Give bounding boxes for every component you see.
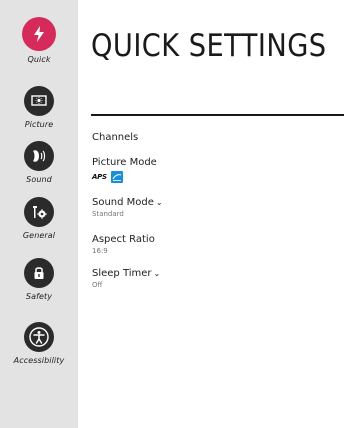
sidebar-item-label: Sound bbox=[26, 175, 52, 184]
sidebar-item-label: Picture bbox=[24, 120, 54, 129]
accessibility-icon bbox=[24, 322, 54, 352]
sidebar-item-label: Safety bbox=[25, 292, 53, 301]
aps-badge: APS bbox=[92, 173, 107, 181]
chevron-down-icon: ⌄ bbox=[155, 198, 163, 207]
sidebar-item-label: General bbox=[22, 231, 56, 240]
menu-item-sleep-timer[interactable]: Sleep Timer ⌄ Off bbox=[92, 268, 160, 289]
title-divider bbox=[91, 114, 344, 116]
chevron-down-icon: ⌄ bbox=[153, 269, 161, 278]
quick-settings-panel: QUICK SETTINGS Channels Picture Mode APS… bbox=[78, 0, 344, 428]
menu-item-label: Channels bbox=[92, 132, 139, 143]
sidebar-item-accessibility[interactable]: Accessibility bbox=[0, 322, 78, 378]
menu-item-label: Aspect Ratio bbox=[92, 234, 155, 245]
general-settings-icon bbox=[24, 197, 54, 227]
lightning-icon bbox=[22, 17, 56, 51]
lock-icon bbox=[24, 258, 54, 288]
picture-icon bbox=[24, 86, 54, 116]
menu-item-label: Picture Mode bbox=[92, 157, 157, 168]
energy-star-icon bbox=[110, 171, 123, 183]
menu-item-sound-mode[interactable]: Sound Mode ⌄ Standard bbox=[92, 197, 163, 218]
page-title: QUICK SETTINGS bbox=[91, 28, 327, 64]
menu-item-channels[interactable]: Channels bbox=[92, 132, 138, 143]
menu-item-label: Sleep Timer ⌄ bbox=[92, 268, 161, 279]
sound-icon bbox=[24, 141, 54, 171]
aspect-ratio-value: 16:9 bbox=[92, 247, 108, 255]
sidebar-item-safety[interactable]: Safety bbox=[0, 258, 78, 314]
menu-item-aspect-ratio[interactable]: Aspect Ratio 16:9 bbox=[92, 234, 155, 255]
sidebar-item-label: Quick bbox=[27, 55, 51, 64]
sidebar: Quick Picture Sound General Safety Acces… bbox=[0, 0, 78, 428]
menu-item-picture-mode[interactable]: Picture Mode APS bbox=[92, 157, 157, 183]
sidebar-item-picture[interactable]: Picture bbox=[0, 86, 78, 142]
sidebar-item-quick[interactable]: Quick bbox=[0, 17, 78, 73]
sidebar-item-sound[interactable]: Sound bbox=[0, 141, 78, 197]
sleep-timer-value: Off bbox=[92, 281, 103, 289]
picture-mode-badges: APS bbox=[92, 171, 157, 183]
sidebar-item-general[interactable]: General bbox=[0, 197, 78, 253]
menu-item-label: Sound Mode ⌄ bbox=[92, 197, 163, 208]
sound-mode-value: Standard bbox=[92, 210, 124, 218]
sidebar-item-label: Accessibility bbox=[13, 356, 65, 365]
